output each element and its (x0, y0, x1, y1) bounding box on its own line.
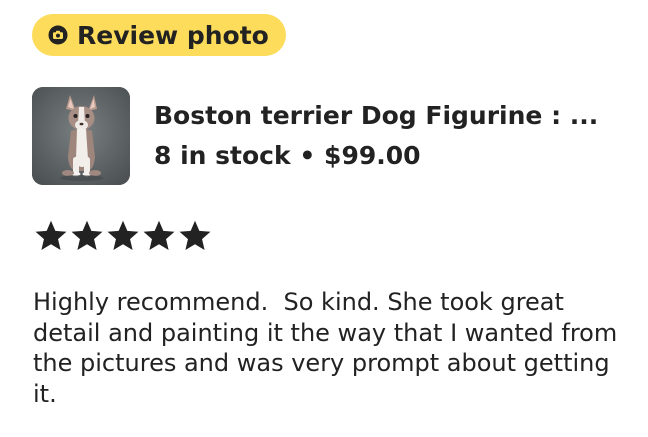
star-icon (69, 218, 105, 254)
separator-dot: • (299, 141, 316, 170)
star-icon (177, 218, 213, 254)
product-title[interactable]: Boston terrier Dog Figurine : ... (154, 100, 624, 132)
star-icon (33, 218, 69, 254)
product-meta: 8 in stock • $99.00 (154, 140, 421, 172)
star-icon (141, 218, 177, 254)
stock-count: 8 in stock (154, 141, 291, 170)
review-photo-label: Review photo (77, 20, 269, 50)
product-price: $99.00 (324, 141, 421, 170)
star-icon (105, 218, 141, 254)
product-thumbnail[interactable] (32, 87, 130, 185)
camera-icon (48, 25, 68, 45)
review-photo-badge[interactable]: Review photo (32, 14, 286, 56)
review-text: Highly recommend. So kind. She took grea… (33, 288, 625, 408)
star-rating (33, 218, 213, 254)
